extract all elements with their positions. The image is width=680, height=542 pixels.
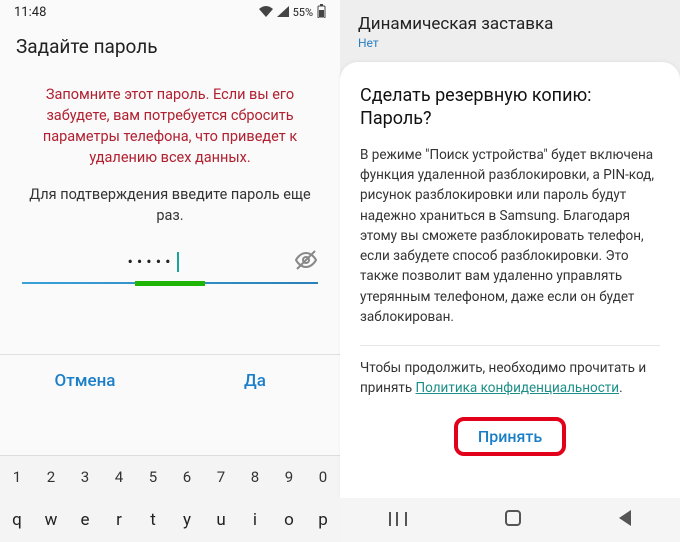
sheet-footer: Чтобы продолжить, необходимо прочитать и… — [360, 358, 660, 399]
battery-icon — [317, 4, 326, 21]
key-t[interactable]: t — [136, 498, 170, 542]
accept-button[interactable]: Принять — [454, 417, 566, 456]
text-caret — [177, 252, 179, 272]
instruction-text: Для подтверждения введите пароль еще раз… — [0, 178, 340, 236]
key-5[interactable]: 5 — [136, 456, 170, 498]
battery-percent: 55% — [293, 6, 313, 19]
status-icons: 55% — [259, 4, 326, 21]
password-row: ••••• — [0, 236, 340, 282]
divider — [360, 345, 660, 346]
keyboard-row-numbers: 1 2 3 4 5 6 7 8 9 0 — [0, 456, 340, 498]
toggle-visibility-icon[interactable] — [294, 248, 318, 276]
screen-set-password: 11:48 55% Задайте пароль Запомните этот … — [0, 0, 340, 542]
key-1[interactable]: 1 — [0, 456, 34, 498]
password-input[interactable]: ••••• — [22, 252, 284, 273]
nav-back-icon[interactable] — [619, 510, 631, 530]
key-3[interactable]: 3 — [68, 456, 102, 498]
key-6[interactable]: 6 — [170, 456, 204, 498]
page-title: Задайте пароль — [0, 25, 340, 66]
background-setting-value: Нет — [358, 36, 662, 50]
signal-icon — [277, 6, 289, 20]
key-4[interactable]: 4 — [102, 456, 136, 498]
ok-button[interactable]: Да — [170, 355, 340, 407]
background-setting-title: Динамическая заставка — [358, 14, 662, 34]
cancel-button[interactable]: Отмена — [0, 355, 170, 407]
nav-recents-icon[interactable] — [389, 511, 407, 530]
key-7[interactable]: 7 — [204, 456, 238, 498]
status-bar: 11:48 55% — [0, 0, 340, 25]
key-i[interactable]: i — [238, 498, 272, 542]
key-y[interactable]: y — [170, 498, 204, 542]
key-p[interactable]: p — [306, 498, 340, 542]
keyboard-row-qwerty: q w e r t y u i o p — [0, 498, 340, 542]
nav-bar — [340, 498, 680, 542]
highlight-marker — [135, 281, 205, 286]
key-e[interactable]: e — [68, 498, 102, 542]
nav-home-icon[interactable] — [505, 510, 521, 530]
key-8[interactable]: 8 — [238, 456, 272, 498]
dialog-buttons: Отмена Да — [0, 354, 340, 407]
privacy-policy-link[interactable]: Политика конфиденциальности — [416, 380, 620, 396]
wifi-icon — [259, 6, 273, 20]
input-underline — [0, 282, 340, 284]
background-setting[interactable]: Динамическая заставка Нет — [340, 0, 680, 56]
key-r[interactable]: r — [102, 498, 136, 542]
status-time: 11:48 — [14, 5, 46, 20]
screen-backup-dialog: Динамическая заставка Нет Сделать резерв… — [340, 0, 680, 542]
warning-text: Запомните этот пароль. Если вы его забуд… — [0, 66, 340, 178]
key-9[interactable]: 9 — [272, 456, 306, 498]
key-w[interactable]: w — [34, 498, 68, 542]
key-0[interactable]: 0 — [306, 456, 340, 498]
key-q[interactable]: q — [0, 498, 34, 542]
footer-suffix: . — [619, 380, 623, 396]
sheet-body: В режиме "Поиск устройства" будет включе… — [360, 145, 660, 327]
password-mask: ••••• — [128, 252, 175, 271]
key-u[interactable]: u — [204, 498, 238, 542]
accept-wrap: Принять — [360, 417, 660, 456]
sheet-title: Сделать резервную копию: Пароль? — [360, 84, 660, 131]
key-2[interactable]: 2 — [34, 456, 68, 498]
bottom-sheet: Сделать резервную копию: Пароль? В режим… — [340, 62, 680, 498]
key-o[interactable]: o — [272, 498, 306, 542]
keyboard: 1 2 3 4 5 6 7 8 9 0 q w e r t y u i o p — [0, 455, 340, 542]
